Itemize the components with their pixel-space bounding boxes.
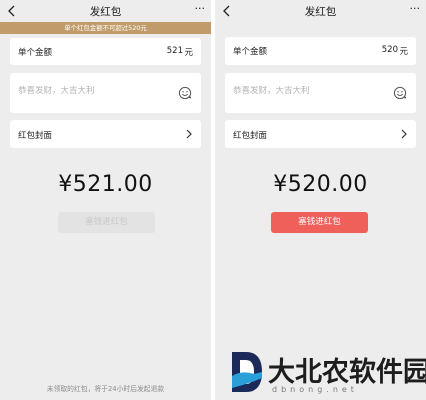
- site-watermark: 大北农软件园 dbnong.net: [228, 348, 426, 398]
- amount-unit: 元: [399, 47, 408, 57]
- total-amount: ¥521.00: [58, 172, 153, 197]
- red-packet-screen-valid: 发红包 ··· 单个金额 520 元 红包封面 ¥520.00 塞钱进红包: [215, 0, 426, 400]
- cover-label: 红包封面: [233, 131, 268, 141]
- nav-bar: 发红包 ···: [0, 0, 211, 22]
- nav-bar: 发红包 ···: [215, 0, 426, 22]
- watermark-url: dbnong.net: [272, 385, 358, 394]
- cover-row[interactable]: 红包封面: [225, 120, 416, 148]
- amount-row[interactable]: 单个金额 520 元: [225, 37, 416, 65]
- refund-note: 未领取的红包，将于24小时后发起退款: [46, 385, 165, 393]
- cover-row[interactable]: 红包封面: [10, 120, 201, 148]
- more-icon[interactable]: ···: [195, 3, 206, 15]
- amount-value[interactable]: 521: [167, 46, 183, 56]
- watermark-logo-icon: [232, 352, 262, 392]
- greeting-row[interactable]: [225, 73, 416, 113]
- send-button[interactable]: 塞钱进红包: [58, 212, 155, 233]
- greeting-input[interactable]: [233, 86, 383, 96]
- more-icon[interactable]: ···: [410, 3, 421, 15]
- cover-label: 红包封面: [18, 131, 53, 141]
- greeting-input[interactable]: [18, 86, 168, 96]
- page-title: 发红包: [89, 6, 122, 18]
- amount-value[interactable]: 520: [382, 45, 398, 55]
- send-button[interactable]: 塞钱进红包: [271, 212, 368, 233]
- amount-label: 单个金额: [18, 48, 53, 58]
- red-packet-screen-over-limit: 发红包 ··· 单个红包金额不可超过520元 单个金额 521 元 红包封面 ¥…: [0, 0, 211, 400]
- watermark-name: 大北农软件园: [268, 357, 426, 388]
- page-title: 发红包: [304, 6, 337, 18]
- total-amount: ¥520.00: [273, 172, 368, 197]
- amount-label: 单个金额: [233, 47, 268, 57]
- limit-warning-banner: 单个红包金额不可超过520元: [0, 22, 211, 34]
- greeting-row[interactable]: [10, 73, 201, 113]
- amount-unit: 元: [184, 48, 193, 58]
- emoji-icon[interactable]: [393, 86, 407, 100]
- chevron-right-icon: [401, 129, 407, 139]
- chevron-right-icon: [186, 129, 192, 139]
- emoji-icon[interactable]: [178, 86, 192, 100]
- amount-row[interactable]: 单个金额 521 元: [10, 38, 201, 65]
